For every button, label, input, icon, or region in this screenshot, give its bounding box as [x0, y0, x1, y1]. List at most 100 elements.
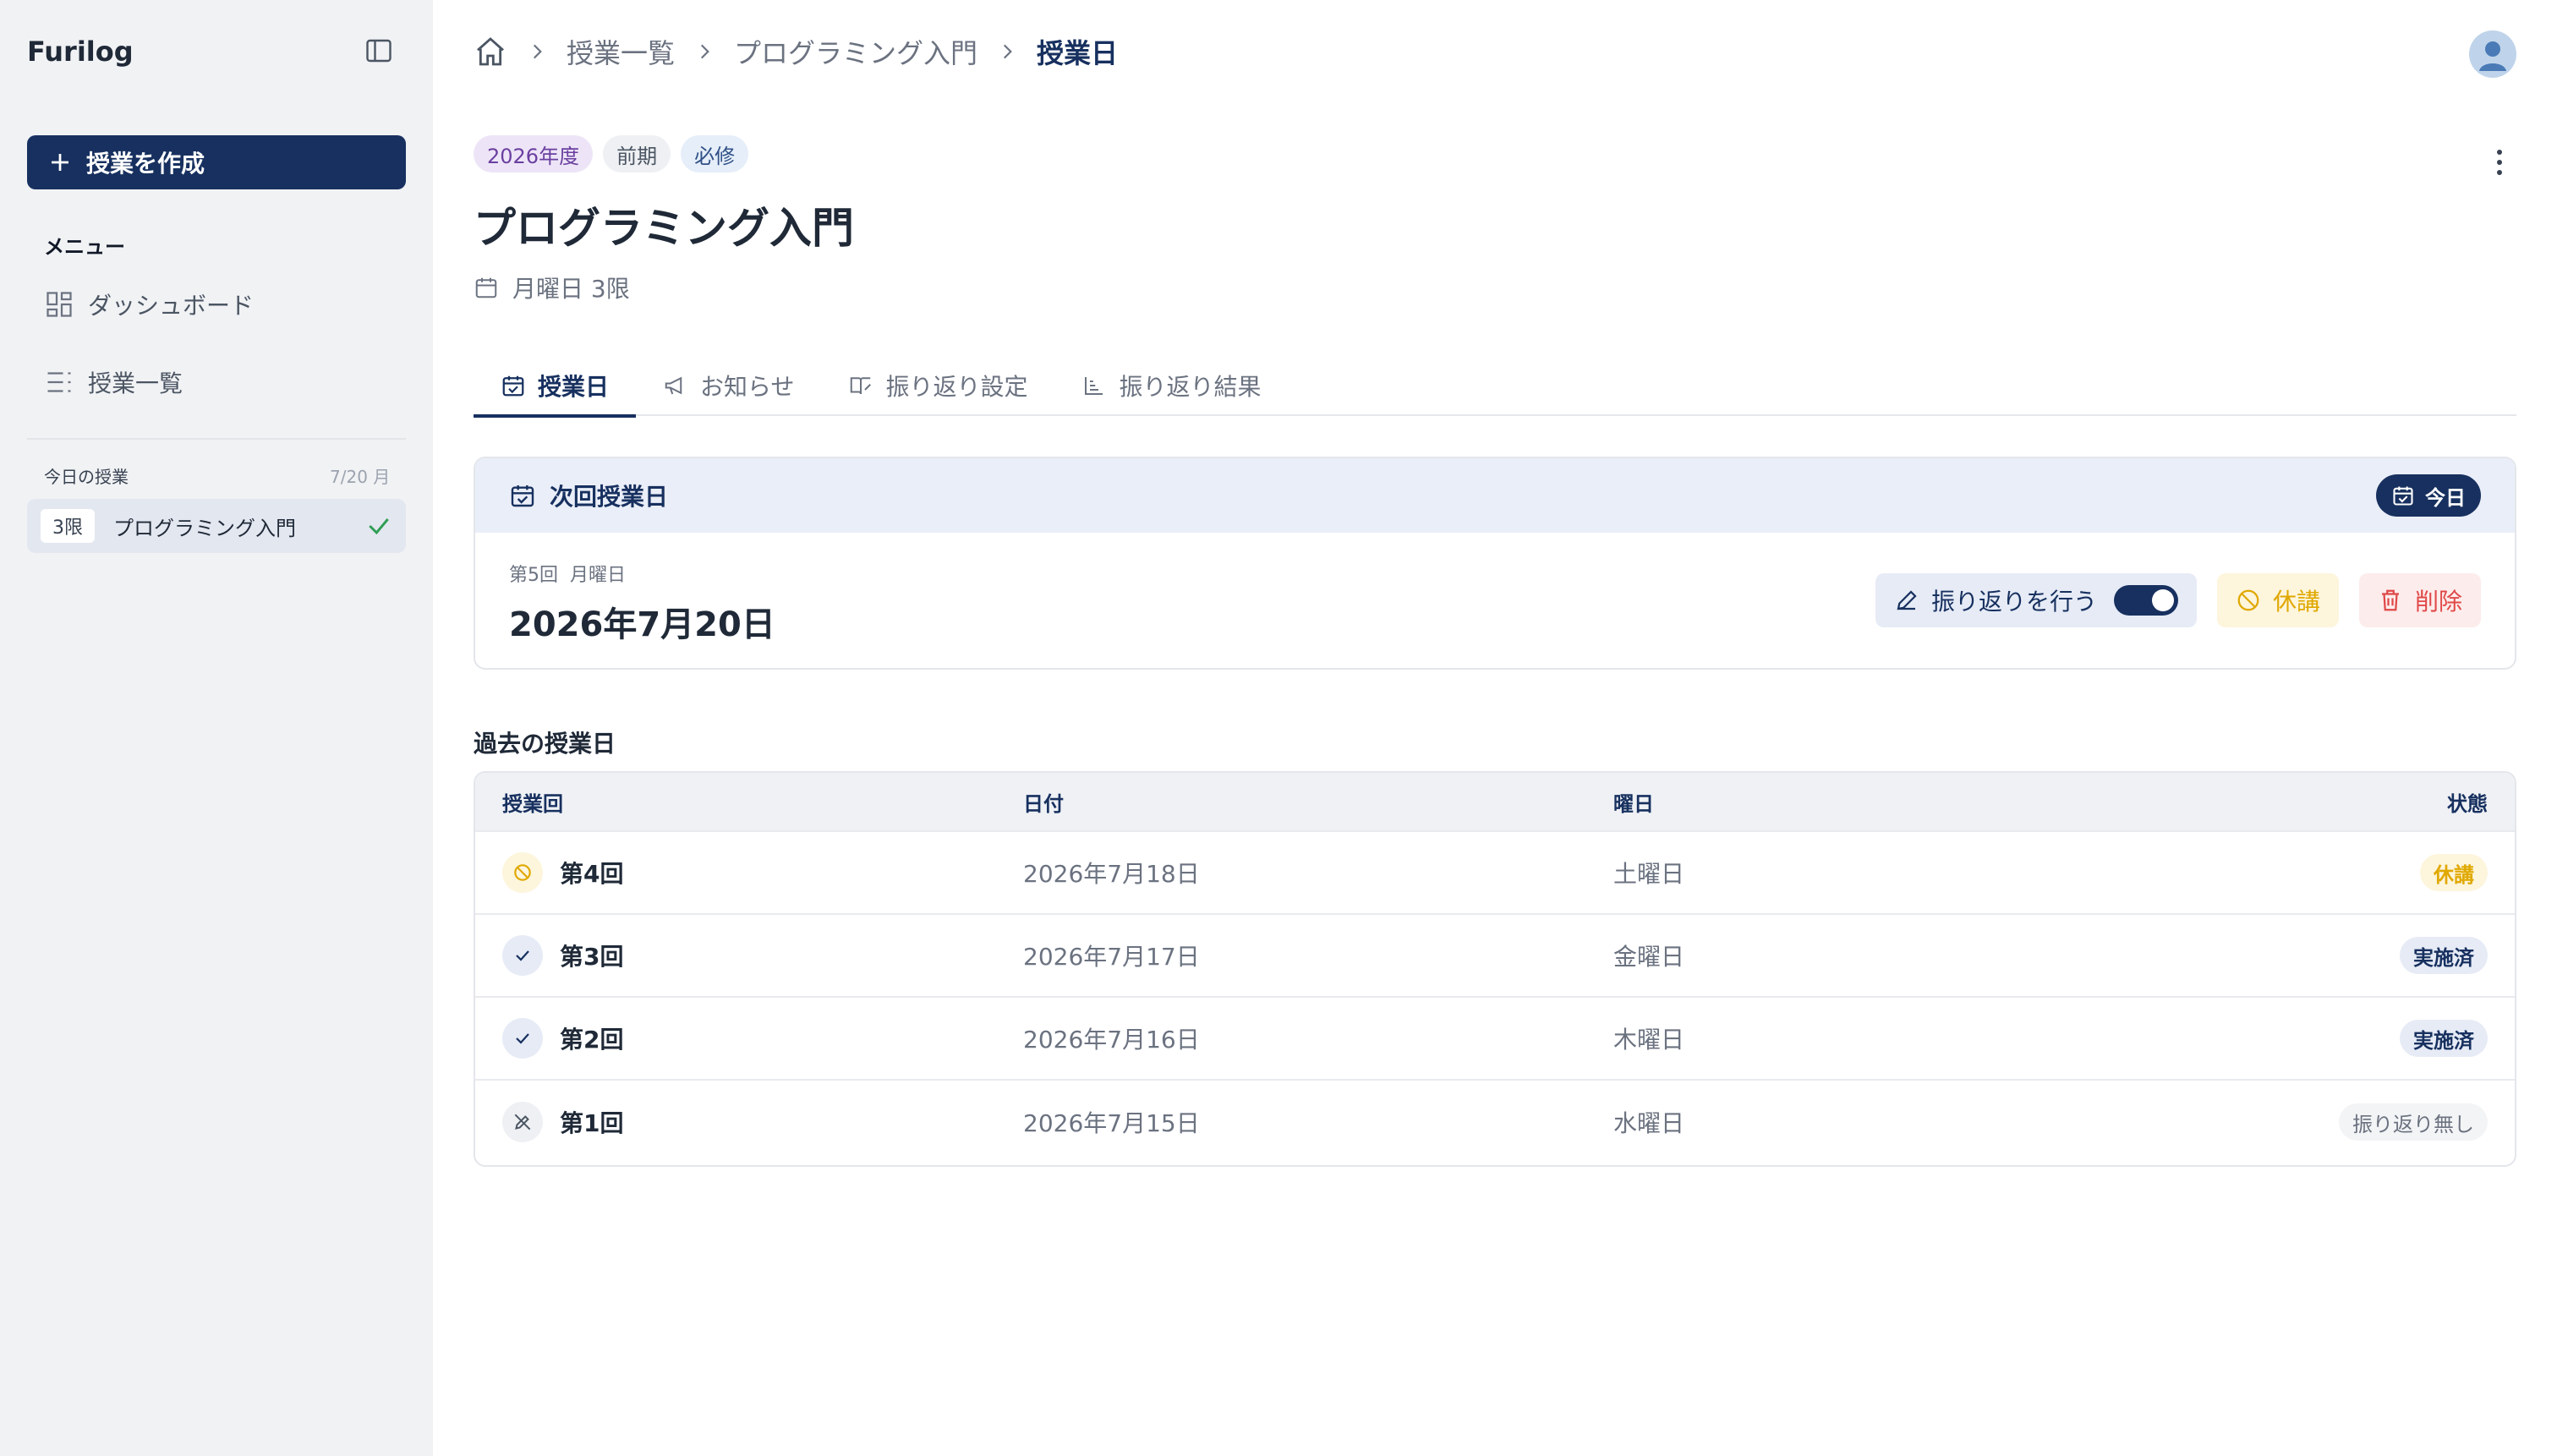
tab-reflection-settings[interactable]: 振り返り設定 — [821, 355, 1054, 416]
status-cell: 振り返り無し — [2339, 1103, 2488, 1141]
pencil-icon — [1897, 590, 1917, 610]
table-row[interactable]: 第2回 2026年7月16日 木曜日 実施済 — [475, 998, 2515, 1081]
create-class-label: 授業を作成 — [86, 150, 205, 178]
status-badge: 実施済 — [2400, 1020, 2488, 1057]
page-title: プログラミング入門 — [474, 204, 854, 253]
status-cell: 実施済 — [2400, 1020, 2488, 1057]
round-label: 第1回 — [560, 1109, 624, 1137]
status-badge: 実施済 — [2400, 937, 2488, 974]
reflection-label: 振り返りを行う — [1930, 588, 2097, 616]
tab-bar: 授業日 お知らせ 振り返り設定 振り返り結果 — [474, 355, 2516, 418]
calendar-check-icon — [511, 485, 534, 507]
cancel-class-button[interactable]: 休講 — [2216, 573, 2339, 627]
sidebar-item-class-list[interactable]: 授業一覧 — [44, 359, 183, 406]
column-header[interactable]: 日付 — [1023, 787, 1064, 817]
column-header[interactable]: 状態 — [2447, 787, 2488, 817]
next-class-heading: 次回授業日 — [550, 483, 669, 511]
check-icon — [502, 1018, 543, 1059]
delete-label: 削除 — [2414, 588, 2462, 616]
sidebar-item-label: ダッシュボード — [88, 292, 255, 320]
calendar-icon — [2393, 486, 2413, 506]
breadcrumb-course[interactable]: プログラミング入門 — [734, 32, 977, 71]
table-header: 授業回 日付 曜日 状態 — [475, 773, 2515, 832]
date-cell: 2026年7月18日 — [1023, 860, 1200, 888]
tab-label: 授業日 — [538, 373, 610, 401]
user-avatar[interactable] — [2469, 30, 2516, 78]
column-header[interactable]: 曜日 — [1613, 787, 1654, 817]
table-row[interactable]: 第4回 2026年7月18日 土曜日 休講 — [475, 832, 2515, 915]
round-label: 第2回 — [560, 1026, 624, 1054]
plus-icon — [52, 154, 68, 171]
term-tag: 前期 — [603, 135, 671, 172]
tab-label: 振り返り設定 — [885, 373, 1028, 401]
past-classes-heading: 過去の授業日 — [474, 730, 616, 758]
megaphone-icon — [665, 376, 682, 395]
session-weekday: 月曜日 — [570, 565, 627, 586]
more-options-button[interactable] — [2483, 144, 2516, 181]
status-badge: 振り返り無し — [2339, 1103, 2488, 1141]
next-class-actions: 振り返りを行う 休講 削除 — [1875, 573, 2481, 627]
next-class-header: 次回授業日 今日 — [475, 458, 2515, 533]
dashboard-icon — [47, 292, 72, 317]
date-cell: 2026年7月16日 — [1023, 1026, 1200, 1054]
today-classes-heading: 今日の授業 — [44, 467, 129, 487]
date-cell: 2026年7月17日 — [1023, 943, 1200, 971]
main-content: 授業一覧 プログラミング入門 授業日 2026年度 前期 必修 プログラミング入… — [433, 0, 2557, 1456]
tab-announcements[interactable]: お知らせ — [636, 355, 821, 416]
table-row[interactable]: 第3回 2026年7月17日 金曜日 実施済 — [475, 915, 2515, 998]
breadcrumb-class-list[interactable]: 授業一覧 — [567, 32, 675, 71]
tab-label: お知らせ — [700, 373, 795, 401]
sidebar-item-label: 授業一覧 — [88, 369, 183, 397]
weekday-cell: 水曜日 — [1613, 1109, 1685, 1137]
calendar-check-icon — [502, 375, 524, 397]
course-tags: 2026年度 前期 必修 — [474, 135, 749, 172]
round-cell: 第3回 — [502, 935, 623, 976]
reflection-toggle-button[interactable]: 振り返りを行う — [1875, 573, 2197, 627]
sidebar: Furilog 授業を作成 メニュー ダッシュボード 授業一覧 今日の授業 7/… — [0, 0, 433, 1456]
chevron-right-icon — [700, 44, 709, 59]
chevron-right-icon — [533, 44, 542, 59]
reflection-switch[interactable] — [2113, 585, 2178, 616]
past-classes-table: 授業回 日付 曜日 状態 第4回 2026年7月18日 土曜日 休講 第3回 2… — [474, 771, 2516, 1167]
next-class-body: 第5回 月曜日 2026年7月20日 振り返りを行う 休講 削除 — [475, 533, 2515, 668]
tab-reflection-results[interactable]: 振り返り結果 — [1054, 355, 1288, 416]
trash-icon — [2381, 589, 2399, 611]
today-class-item[interactable]: 3限 プログラミング入門 — [27, 499, 406, 553]
required-tag: 必修 — [681, 135, 749, 172]
book-edit-icon — [851, 377, 872, 395]
list-icon — [47, 372, 71, 392]
round-label: 第4回 — [560, 860, 624, 888]
tab-label: 振り返り結果 — [1119, 373, 1262, 401]
delete-class-button[interactable]: 削除 — [2358, 573, 2481, 627]
date-cell: 2026年7月15日 — [1023, 1109, 1200, 1137]
next-class-session: 第5回 月曜日 — [509, 560, 626, 587]
chart-icon — [1085, 377, 1103, 395]
home-icon[interactable] — [474, 35, 507, 68]
tab-class-days[interactable]: 授業日 — [474, 355, 637, 418]
today-badge[interactable]: 今日 — [2376, 474, 2481, 517]
sidebar-panel-icon — [366, 39, 391, 63]
app-brand: Furilog — [27, 36, 134, 68]
period-badge: 3限 — [41, 509, 95, 543]
today-badge-label: 今日 — [2425, 485, 2466, 510]
round-label: 第3回 — [560, 943, 624, 971]
course-schedule: 月曜日 3限 — [474, 271, 630, 304]
breadcrumb: 授業一覧 プログラミング入門 授業日 — [474, 32, 1118, 71]
cancel-label: 休講 — [2272, 588, 2320, 616]
more-vertical-icon — [2497, 150, 2502, 155]
ban-icon — [502, 852, 543, 893]
sidebar-item-dashboard[interactable]: ダッシュボード — [44, 281, 254, 328]
ban-icon — [2237, 589, 2259, 611]
check-icon — [502, 935, 543, 976]
next-class-card: 次回授業日 今日 第5回 月曜日 2026年7月20日 振り返りを行う 休講 削… — [474, 457, 2516, 670]
status-cell: 実施済 — [2400, 937, 2488, 974]
create-class-button[interactable]: 授業を作成 — [27, 135, 406, 189]
table-row[interactable]: 第1回 2026年7月15日 水曜日 振り返り無し — [475, 1081, 2515, 1163]
session-number: 第5回 — [509, 565, 558, 586]
column-header[interactable]: 授業回 — [502, 787, 563, 817]
calendar-icon — [475, 277, 497, 298]
year-tag: 2026年度 — [474, 135, 594, 172]
next-class-date: 2026年7月20日 — [509, 605, 775, 644]
sidebar-toggle-button[interactable] — [362, 34, 396, 68]
today-date: 7/20 月 — [330, 467, 391, 487]
